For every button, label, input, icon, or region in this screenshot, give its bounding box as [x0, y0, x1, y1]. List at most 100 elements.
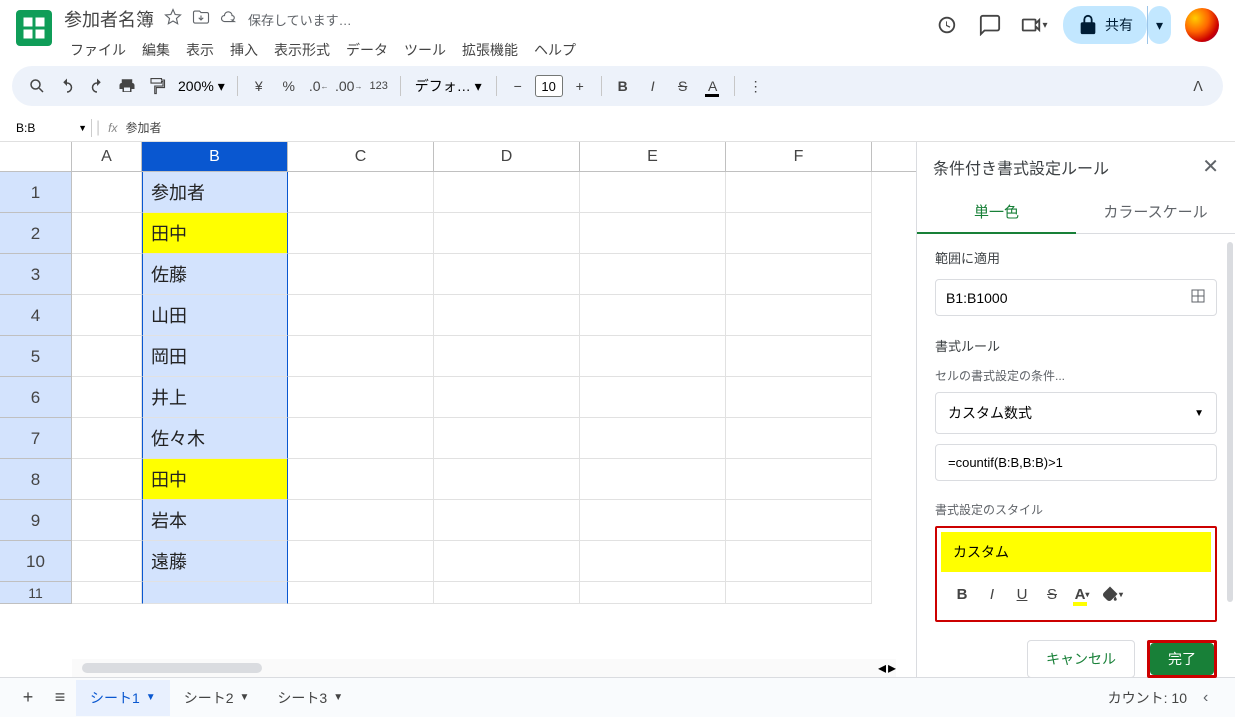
fill-color-style[interactable]: ▾: [1097, 580, 1127, 608]
collapse-toolbar[interactable]: ᐱ: [1185, 73, 1211, 99]
cell[interactable]: [580, 377, 726, 418]
menu-extensions[interactable]: 拡張機能: [456, 38, 524, 62]
cell[interactable]: [288, 418, 434, 459]
menu-edit[interactable]: 編集: [136, 38, 176, 62]
sheet-tab-1[interactable]: シート1▼: [76, 680, 170, 716]
cell[interactable]: [434, 459, 580, 500]
cell[interactable]: [434, 213, 580, 254]
font-size-input[interactable]: [535, 75, 563, 97]
currency-format[interactable]: ¥: [246, 73, 272, 99]
horizontal-scrollbar[interactable]: ◂▸: [72, 659, 896, 677]
count-label[interactable]: カウント: 10: [1108, 688, 1187, 708]
strike-style[interactable]: S: [1037, 580, 1067, 608]
undo-icon[interactable]: [54, 73, 80, 99]
col-header-f[interactable]: F: [726, 142, 872, 171]
row-header[interactable]: 1: [0, 172, 72, 213]
paint-format-icon[interactable]: [144, 73, 170, 99]
cell[interactable]: [434, 336, 580, 377]
cell[interactable]: [72, 459, 142, 500]
grid-icon[interactable]: [1190, 288, 1206, 307]
custom-style-preview[interactable]: カスタム: [941, 532, 1211, 572]
col-header-e[interactable]: E: [580, 142, 726, 171]
cell[interactable]: [434, 418, 580, 459]
cell[interactable]: 田中: [142, 213, 288, 254]
italic-style[interactable]: I: [977, 580, 1007, 608]
row-header[interactable]: 3: [0, 254, 72, 295]
cell[interactable]: [434, 377, 580, 418]
formula-value[interactable]: 参加者: [126, 119, 162, 136]
sheet-tab-3[interactable]: シート3▼: [263, 680, 357, 716]
menu-insert[interactable]: 挿入: [224, 38, 264, 62]
cell[interactable]: [434, 172, 580, 213]
cell[interactable]: [72, 336, 142, 377]
cell[interactable]: [726, 582, 872, 604]
cell[interactable]: [72, 418, 142, 459]
avatar[interactable]: [1185, 8, 1219, 42]
redo-icon[interactable]: [84, 73, 110, 99]
menu-data[interactable]: データ: [340, 38, 394, 62]
cell[interactable]: [580, 459, 726, 500]
cell[interactable]: [726, 541, 872, 582]
menu-help[interactable]: ヘルプ: [528, 38, 582, 62]
cell[interactable]: [726, 418, 872, 459]
cell[interactable]: [726, 254, 872, 295]
cell[interactable]: [726, 336, 872, 377]
cell[interactable]: 井上: [142, 377, 288, 418]
cell[interactable]: 遠藤: [142, 541, 288, 582]
print-icon[interactable]: [114, 73, 140, 99]
search-icon[interactable]: [24, 73, 50, 99]
increase-size[interactable]: +: [567, 73, 593, 99]
cell[interactable]: [72, 213, 142, 254]
cell[interactable]: [72, 500, 142, 541]
move-icon[interactable]: [192, 8, 210, 31]
cell[interactable]: [288, 336, 434, 377]
formula-input[interactable]: =countif(B:B,B:B)>1: [935, 444, 1217, 481]
cell[interactable]: [288, 541, 434, 582]
cell[interactable]: [580, 336, 726, 377]
share-dropdown[interactable]: ▾: [1148, 6, 1171, 44]
cell[interactable]: [288, 582, 434, 604]
cell[interactable]: [726, 500, 872, 541]
sheet-tab-2[interactable]: シート2▼: [170, 680, 264, 716]
row-header[interactable]: 10: [0, 541, 72, 582]
row-header[interactable]: 9: [0, 500, 72, 541]
range-input[interactable]: B1:B1000: [935, 279, 1217, 316]
col-header-d[interactable]: D: [434, 142, 580, 171]
add-sheet-button[interactable]: +: [12, 687, 44, 708]
row-header[interactable]: 8: [0, 459, 72, 500]
col-header-a[interactable]: A: [72, 142, 142, 171]
cell[interactable]: [580, 541, 726, 582]
meet-icon[interactable]: ▾: [1019, 10, 1049, 40]
share-button[interactable]: 共有: [1063, 6, 1147, 44]
cell[interactable]: [726, 377, 872, 418]
text-color-button[interactable]: A: [700, 73, 726, 99]
cell[interactable]: [580, 418, 726, 459]
close-icon[interactable]: ✕: [1202, 154, 1219, 179]
tab-color-scale[interactable]: カラースケール: [1076, 191, 1235, 234]
select-all-corner[interactable]: [0, 142, 72, 171]
cell[interactable]: [726, 172, 872, 213]
menu-format[interactable]: 表示形式: [268, 38, 336, 62]
cell[interactable]: [434, 295, 580, 336]
menu-file[interactable]: ファイル: [64, 38, 132, 62]
criteria-select[interactable]: カスタム数式▼: [935, 392, 1217, 434]
decrease-size[interactable]: −: [505, 73, 531, 99]
cell[interactable]: [580, 582, 726, 604]
row-header[interactable]: 7: [0, 418, 72, 459]
cell[interactable]: [288, 459, 434, 500]
cell[interactable]: [580, 295, 726, 336]
cell[interactable]: [72, 172, 142, 213]
cell[interactable]: 佐藤: [142, 254, 288, 295]
cell[interactable]: [726, 213, 872, 254]
cell[interactable]: 岡田: [142, 336, 288, 377]
cell[interactable]: 参加者: [142, 172, 288, 213]
cell[interactable]: [72, 541, 142, 582]
cell[interactable]: [72, 254, 142, 295]
star-icon[interactable]: [164, 8, 182, 31]
italic-button[interactable]: I: [640, 73, 666, 99]
cell[interactable]: [288, 172, 434, 213]
text-color-style[interactable]: A▾: [1067, 580, 1097, 608]
explore-chevron[interactable]: ‹: [1203, 689, 1223, 707]
more-toolbar[interactable]: ⋮: [743, 73, 769, 99]
cell[interactable]: [434, 582, 580, 604]
